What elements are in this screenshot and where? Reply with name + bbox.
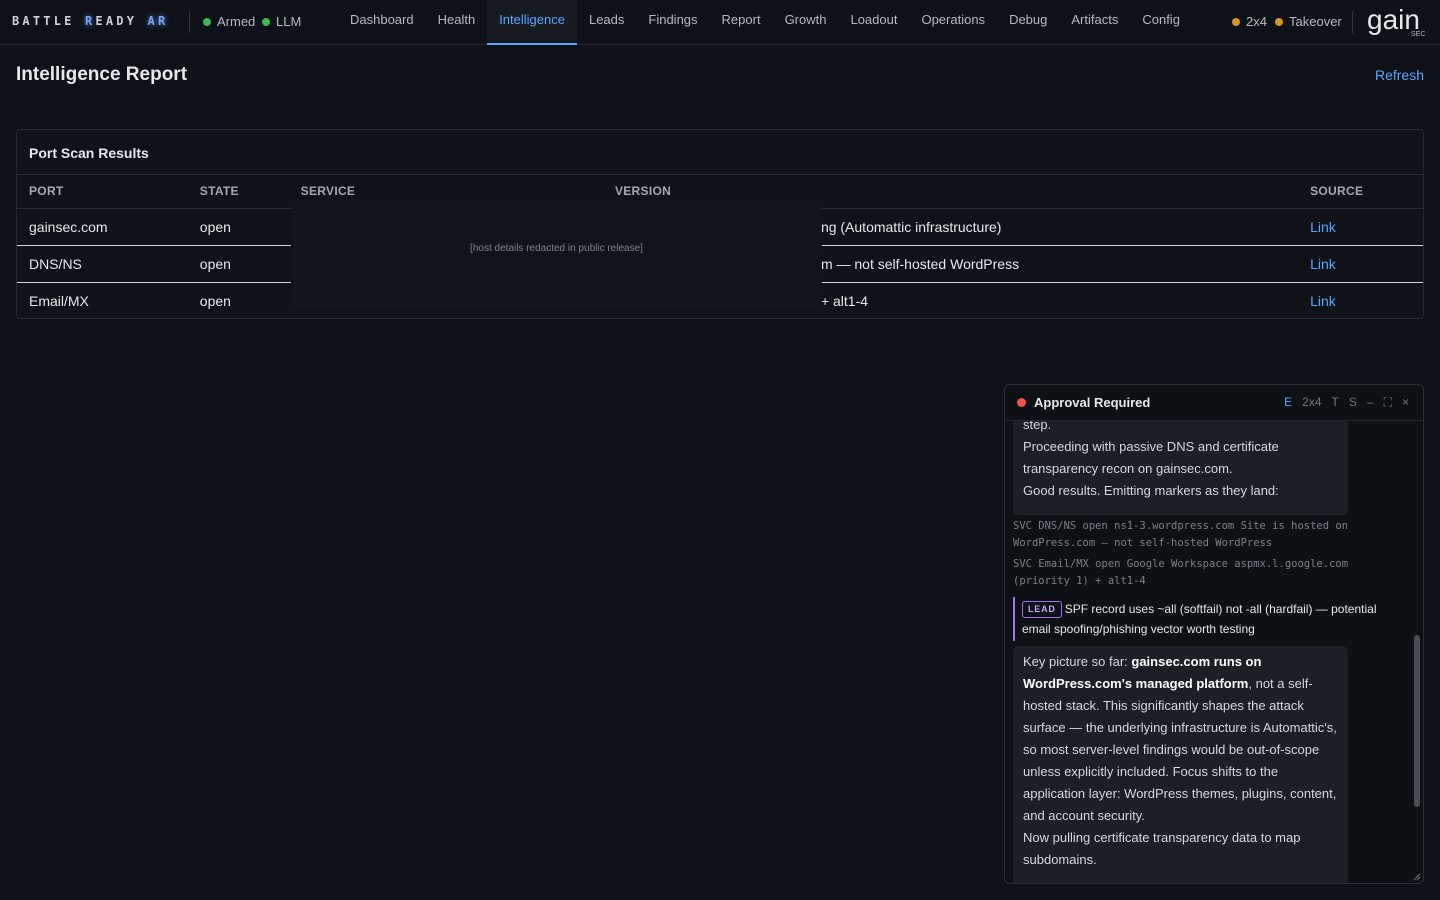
column-header-port[interactable]: PORT bbox=[17, 175, 188, 209]
armed-status-label: Armed bbox=[217, 14, 256, 29]
cell-source: Link bbox=[1298, 208, 1423, 246]
close-icon[interactable]: × bbox=[1402, 395, 1409, 410]
approval-panel-body[interactable]: step. Proceeding with passive DNS and ce… bbox=[1005, 421, 1415, 883]
message-line: Good results. Emitting markers as they l… bbox=[1023, 483, 1279, 498]
lead-text: SPF record uses ~all (softfail) not -all… bbox=[1022, 602, 1377, 636]
cell-port: gainsec.com bbox=[17, 208, 188, 246]
takeover-status-dot-icon bbox=[1275, 17, 1283, 26]
top-navigation-bar: BATTLE READY AR Armed LLM Dashboard Heal… bbox=[0, 0, 1440, 45]
armed-status-dot-icon bbox=[203, 17, 211, 26]
expand-icon[interactable]: ⛶ bbox=[1384, 395, 1392, 410]
assistant-message: Key picture so far: gainsec.com runs on … bbox=[1013, 646, 1348, 883]
message-line: Proceeding with passive DNS and certific… bbox=[1023, 439, 1279, 476]
redaction-overlay: [host details redacted in public release… bbox=[291, 201, 822, 307]
panel-controls: E 2x4 T S – ⛶ × bbox=[1284, 395, 1409, 410]
tab-operations[interactable]: Operations bbox=[909, 0, 997, 45]
takeover-status[interactable]: Takeover bbox=[1275, 14, 1342, 29]
cell-state: open bbox=[187, 245, 289, 283]
message-text: Key picture so far: bbox=[1023, 654, 1132, 669]
source-link[interactable]: Link bbox=[1310, 256, 1336, 272]
lead-marker: LEAD SPF record uses ~all (softfail) not … bbox=[1013, 597, 1383, 641]
approval-panel: Approval Required E 2x4 T S – ⛶ × step. … bbox=[1004, 384, 1424, 884]
tab-debug[interactable]: Debug bbox=[997, 0, 1059, 45]
tab-findings[interactable]: Findings bbox=[636, 0, 709, 45]
redaction-note: [host details redacted in public release… bbox=[470, 242, 643, 254]
panel-scrollbar[interactable] bbox=[1413, 421, 1421, 883]
svc-marker-line: SVC Email/MX open Google Workspace aspmx… bbox=[1013, 558, 1349, 587]
resize-grip-icon[interactable] bbox=[1413, 873, 1421, 881]
brand-wordmark: BATTLE READY AR bbox=[12, 14, 169, 28]
column-header-state[interactable]: STATE bbox=[187, 175, 289, 209]
refresh-button[interactable]: Refresh bbox=[1375, 67, 1424, 83]
tab-report[interactable]: Report bbox=[710, 0, 773, 45]
message-line: step. bbox=[1023, 421, 1052, 432]
divider bbox=[1352, 11, 1353, 33]
llm-status: LLM bbox=[262, 14, 301, 29]
tab-leads[interactable]: Leads bbox=[577, 0, 636, 45]
tab-health[interactable]: Health bbox=[426, 0, 488, 45]
panel-control-2x4[interactable]: 2x4 bbox=[1302, 395, 1321, 410]
armed-status: Armed bbox=[203, 14, 255, 29]
minimize-icon[interactable]: – bbox=[1367, 395, 1374, 410]
page-title: Intelligence Report bbox=[16, 64, 188, 85]
assistant-message: step. Proceeding with passive DNS and ce… bbox=[1013, 421, 1348, 515]
scrollbar-thumb[interactable] bbox=[1414, 635, 1420, 807]
cell-state: open bbox=[199, 292, 231, 309]
cell-port: Email/MX bbox=[29, 292, 89, 309]
alert-dot-icon bbox=[1017, 398, 1026, 407]
llm-status-dot-icon bbox=[262, 17, 270, 26]
source-link[interactable]: Link bbox=[1310, 219, 1336, 235]
cell-source: Link bbox=[1298, 245, 1423, 283]
port-scan-card: Port Scan Results PORT STATE SERVICE VER… bbox=[16, 129, 1424, 319]
approval-panel-header: Approval Required E 2x4 T S – ⛶ × bbox=[1005, 385, 1423, 421]
svc-marker-line: SVC DNS/NS open ns1-3.wordpress.com Site… bbox=[1013, 520, 1349, 549]
tab-dashboard[interactable]: Dashboard bbox=[338, 0, 426, 45]
gainsec-logo: gain SEC bbox=[1367, 5, 1425, 38]
message-text: , not a self-hosted stack. This signific… bbox=[1023, 676, 1337, 823]
cell-source: Link bbox=[1298, 282, 1423, 318]
tab-growth[interactable]: Growth bbox=[773, 0, 839, 45]
approval-panel-title: Approval Required bbox=[1034, 395, 1151, 410]
panel-control-s[interactable]: S bbox=[1349, 395, 1357, 410]
panel-control-t[interactable]: T bbox=[1332, 395, 1339, 410]
column-header-source[interactable]: SOURCE bbox=[1298, 175, 1423, 209]
message-line: Key picture so far: gainsec.com runs on … bbox=[1023, 651, 1338, 827]
llm-status-label: LLM bbox=[276, 14, 302, 29]
cell-state: open bbox=[187, 208, 289, 246]
tab-intelligence[interactable]: Intelligence bbox=[487, 0, 577, 45]
port-scan-title: Port Scan Results bbox=[17, 130, 1423, 175]
twobyfour-status-dot-icon bbox=[1232, 17, 1240, 26]
tab-loadout[interactable]: Loadout bbox=[838, 0, 909, 45]
twobyfour-status[interactable]: 2x4 bbox=[1232, 14, 1267, 29]
cell-port: DNS/NS bbox=[17, 245, 188, 283]
message-line: Now pulling certificate transparency dat… bbox=[1023, 830, 1301, 867]
logo-subtext: SEC bbox=[1411, 31, 1425, 38]
divider bbox=[189, 11, 190, 33]
source-link[interactable]: Link bbox=[1310, 293, 1336, 309]
panel-control-e[interactable]: E bbox=[1284, 395, 1292, 410]
lead-badge: LEAD bbox=[1022, 601, 1062, 618]
twobyfour-status-label: 2x4 bbox=[1246, 14, 1267, 29]
tab-artifacts[interactable]: Artifacts bbox=[1059, 0, 1130, 45]
tab-config[interactable]: Config bbox=[1130, 0, 1192, 45]
main-nav: Dashboard Health Intelligence Leads Find… bbox=[338, 0, 1192, 45]
takeover-status-label: Takeover bbox=[1289, 14, 1342, 29]
